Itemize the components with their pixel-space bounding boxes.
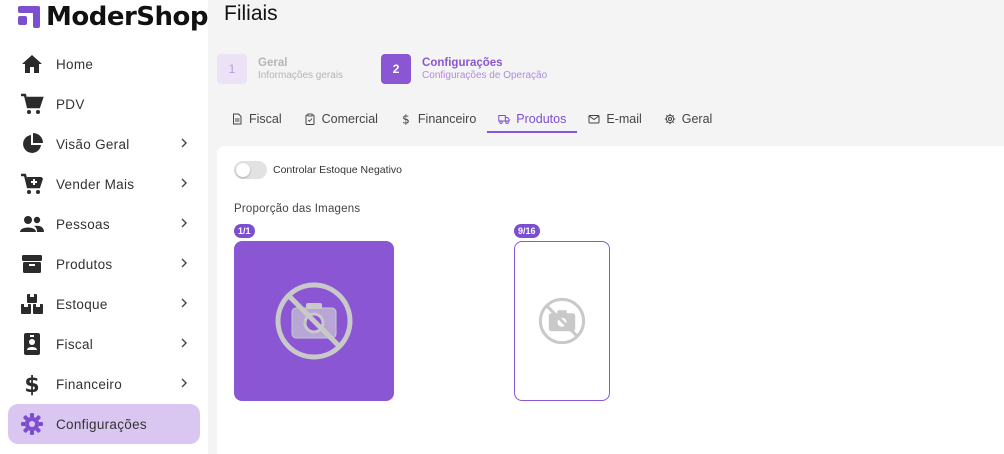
- chevron-right-icon: [181, 338, 187, 348]
- dollar-icon: $: [20, 372, 44, 396]
- chevron-right-icon: [181, 298, 187, 308]
- no-image-icon: [275, 282, 353, 360]
- chevron-right-icon: [181, 258, 187, 268]
- step-geral[interactable]: 1 Geral Informações gerais: [217, 54, 343, 84]
- chevron-right-icon: [181, 218, 187, 228]
- sidebar-item-fiscal[interactable]: Fiscal: [8, 324, 200, 364]
- box-icon: [20, 252, 44, 276]
- tab-label: Financeiro: [417, 112, 477, 126]
- step-title: Configurações: [422, 57, 503, 69]
- negative-stock-label: Controlar Estoque Negativo: [273, 164, 402, 176]
- home-icon: [20, 52, 44, 76]
- pie-chart-icon: [20, 132, 44, 156]
- image-ratio-option-9-16[interactable]: [514, 241, 610, 401]
- chevron-right-icon: [181, 138, 187, 148]
- tab-geral[interactable]: Geral: [653, 106, 724, 132]
- tab-fiscal[interactable]: Fiscal: [220, 106, 293, 132]
- tab-label: Geral: [681, 112, 713, 126]
- sidebar: ModerShop Home PDV Visão Geral Vender Ma…: [0, 0, 209, 454]
- step-subtitle: Informações gerais: [258, 70, 344, 81]
- sidebar-item-pdv[interactable]: PDV: [8, 84, 200, 124]
- svg-text:$: $: [402, 113, 410, 125]
- gear-icon: [664, 113, 675, 125]
- settings-tabs: Fiscal Comercial $ Financeiro Produtos E…: [220, 106, 724, 133]
- people-icon: [20, 212, 44, 236]
- no-image-icon: [538, 297, 586, 345]
- sidebar-item-pessoas[interactable]: Pessoas: [8, 204, 200, 244]
- toggle-knob: [236, 163, 250, 177]
- step-subtitle: Configurações de Operação: [422, 70, 548, 81]
- badge-icon: [20, 332, 44, 356]
- sidebar-item-financeiro[interactable]: $ Financeiro: [8, 364, 200, 404]
- stock-icon: [20, 292, 44, 316]
- sidebar-item-label: Financeiro: [56, 376, 123, 392]
- sidebar-item-produtos[interactable]: Produtos: [8, 244, 200, 284]
- image-ratio-label: Proporção das Imagens: [234, 203, 361, 215]
- settings-panel: Controlar Estoque Negativo Proporção das…: [217, 146, 1004, 454]
- sidebar-item-label: PDV: [56, 96, 85, 112]
- logo-mark-icon: [18, 6, 40, 28]
- sidebar-item-label: Fiscal: [56, 336, 94, 352]
- tab-comercial[interactable]: Comercial: [293, 106, 389, 132]
- tab-email[interactable]: E-mail: [577, 106, 652, 132]
- sidebar-item-label: Home: [56, 56, 94, 72]
- sidebar-item-vender-mais[interactable]: Vender Mais: [8, 164, 200, 204]
- tab-label: Comercial: [321, 112, 378, 126]
- cart-plus-icon: [20, 172, 44, 196]
- sidebar-item-visao-geral[interactable]: Visão Geral: [8, 124, 200, 164]
- dollar-icon: $: [402, 113, 410, 125]
- step-number: 2: [381, 54, 412, 84]
- negative-stock-setting: Controlar Estoque Negativo: [234, 161, 402, 179]
- page-title: Filiais: [224, 2, 278, 25]
- tab-label: Fiscal: [249, 112, 282, 126]
- mail-icon: [588, 115, 600, 124]
- sidebar-item-label: Produtos: [56, 256, 113, 272]
- chevron-right-icon: [181, 378, 187, 388]
- tab-produtos[interactable]: Produtos: [487, 106, 578, 133]
- step-configuracoes[interactable]: 2 Configurações Configurações de Operaçã…: [381, 54, 547, 84]
- sidebar-item-label: Pessoas: [56, 216, 110, 232]
- image-ratio-option-1-1[interactable]: [234, 241, 394, 401]
- sidebar-item-estoque[interactable]: Estoque: [8, 284, 200, 324]
- svg-text:$: $: [24, 373, 39, 396]
- chevron-right-icon: [181, 178, 187, 188]
- ratio-badge-9-16: 9/16: [514, 224, 540, 238]
- tab-label: Produtos: [516, 112, 567, 126]
- tab-label: E-mail: [606, 112, 642, 126]
- step-title: Geral: [258, 57, 288, 69]
- logo-text: ModerShop: [46, 2, 209, 32]
- sidebar-item-label: Vender Mais: [56, 176, 135, 192]
- sidebar-item-label: Configurações: [56, 416, 147, 432]
- sidebar-nav: Home PDV Visão Geral Vender Mais Pessoas…: [8, 44, 200, 444]
- sidebar-item-label: Visão Geral: [56, 136, 130, 152]
- gear-icon: [20, 412, 44, 436]
- sidebar-item-configuracoes[interactable]: Configurações: [8, 404, 200, 444]
- negative-stock-toggle[interactable]: [234, 161, 267, 179]
- sidebar-item-home[interactable]: Home: [8, 44, 200, 84]
- cart-icon: [20, 92, 44, 116]
- logo[interactable]: ModerShop: [18, 2, 209, 32]
- sidebar-item-label: Estoque: [56, 296, 108, 312]
- stepper: 1 Geral Informações gerais 2 Configuraçõ…: [217, 54, 585, 84]
- step-number: 1: [217, 54, 247, 84]
- document-icon: [233, 113, 242, 125]
- tab-financeiro[interactable]: $ Financeiro: [389, 106, 487, 132]
- clipboard-icon: [305, 113, 315, 125]
- ratio-badge-1-1: 1/1: [234, 224, 255, 238]
- truck-icon: [498, 115, 510, 125]
